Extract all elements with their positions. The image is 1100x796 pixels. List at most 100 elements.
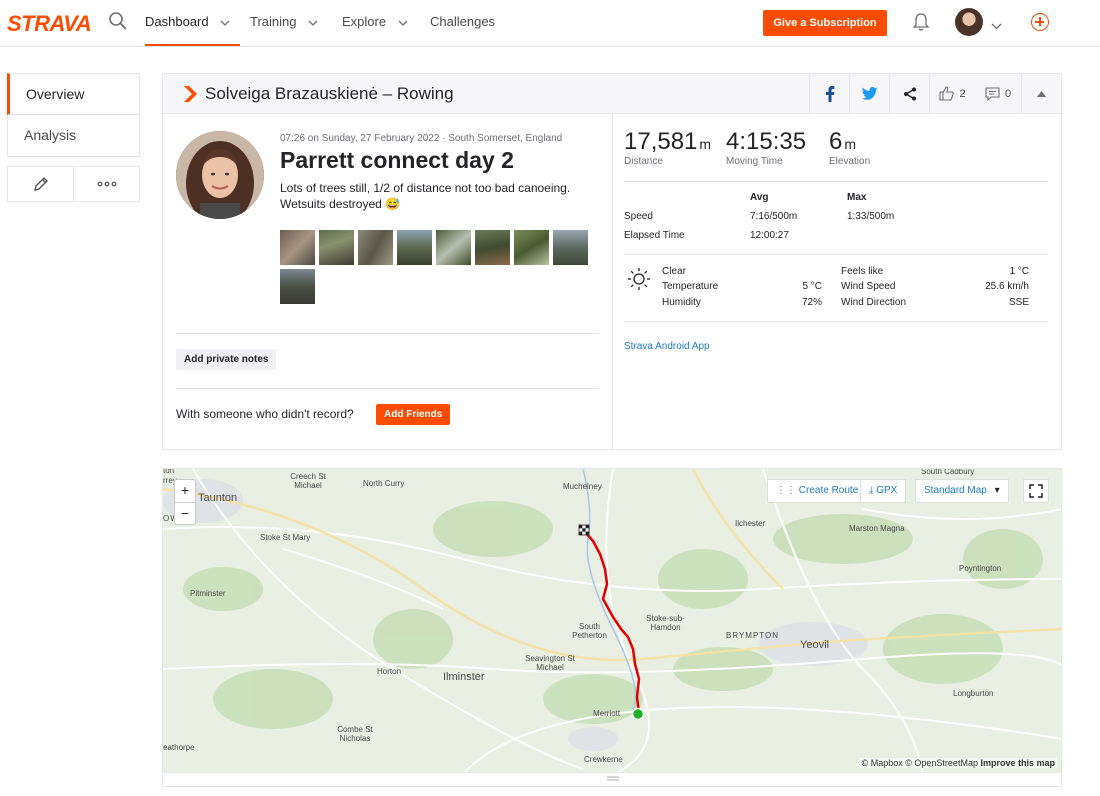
activity-sidenav: Overview Analysis — [7, 73, 140, 157]
bell-icon[interactable] — [912, 12, 930, 37]
add-private-notes-button[interactable]: Add private notes — [176, 349, 277, 370]
map-type-label: Standard Map — [924, 485, 987, 496]
elevation-value: 6 — [829, 128, 843, 155]
activity-header-title: Solveiga Brazauskienė – Rowing — [205, 84, 454, 103]
distance-label: Distance — [624, 156, 663, 167]
zoom-out-button[interactable]: − — [175, 502, 195, 524]
place-label: Creech St Michael — [290, 472, 326, 490]
share-button[interactable] — [889, 74, 929, 113]
temperature-label: Temperature — [662, 281, 719, 292]
feels-like-value: 1 °C — [1009, 266, 1029, 277]
temperature-value: 5 °C — [802, 281, 822, 292]
moving-time-label: Moving Time — [726, 156, 783, 167]
nav-dashboard-label: Dashboard — [145, 14, 209, 29]
place-label: Ilchester — [735, 519, 766, 528]
photo-thumbnail[interactable] — [475, 230, 510, 265]
create-route-button[interactable]: ⋮⋮ Create Route — [767, 479, 868, 503]
search-icon[interactable] — [108, 11, 130, 33]
add-friends-button[interactable]: Add Friends — [376, 404, 451, 425]
place-label: ton — [163, 468, 175, 475]
comment-count: 0 — [1004, 87, 1012, 100]
activity-header: Solveiga Brazauskienė – Rowing 2 0 — [163, 74, 1061, 114]
wind-speed-label: Wind Speed — [841, 281, 896, 292]
caret-up-icon — [1037, 90, 1046, 97]
map-canvas — [163, 469, 1061, 772]
twitter-share-button[interactable] — [849, 74, 889, 113]
give-subscription-button[interactable]: Give a Subscription — [763, 10, 887, 36]
map-resize-handle[interactable] — [162, 773, 1062, 787]
chevron-down-icon[interactable] — [991, 17, 1002, 35]
facebook-icon — [825, 85, 834, 102]
fullscreen-button[interactable] — [1023, 479, 1049, 503]
elevation-label: Elevation — [829, 156, 871, 167]
place-label: Pitminster — [190, 589, 226, 598]
stat-moving-time: 4:15:35 Moving Time — [726, 128, 806, 167]
comment-button[interactable]: 0 — [975, 74, 1021, 113]
photo-thumbnail[interactable] — [397, 230, 432, 265]
kudos-button[interactable]: 2 — [929, 74, 975, 113]
photo-thumbnail[interactable] — [319, 230, 354, 265]
speed-avg: 7:16/500m — [750, 211, 798, 222]
humidity-label: Humidity — [662, 297, 701, 308]
nav-challenges-label: Challenges — [430, 14, 496, 29]
chevron-down-icon — [398, 20, 408, 26]
nav-explore[interactable]: Explore — [342, 0, 408, 46]
photo-thumbnail[interactable] — [280, 230, 315, 265]
weather-condition: Clear — [662, 266, 686, 277]
chevron-down-icon — [308, 20, 318, 26]
facebook-share-button[interactable] — [809, 74, 849, 113]
nav-explore-label: Explore — [342, 14, 387, 29]
route-icon: ⋮⋮ — [776, 485, 796, 496]
more-dots-icon — [97, 181, 116, 187]
nav-challenges[interactable]: Challenges — [430, 0, 495, 46]
place-label: BRYMPTON — [726, 631, 780, 640]
more-options-button[interactable] — [73, 167, 139, 201]
divider — [624, 181, 1048, 182]
strava-logo[interactable]: STRAVA — [7, 11, 92, 37]
nav-training-label: Training — [250, 14, 297, 29]
athlete-avatar[interactable] — [176, 131, 264, 219]
place-label: Merriott — [593, 709, 621, 718]
photo-thumbnail[interactable] — [436, 230, 471, 265]
place-label: Horton — [377, 667, 402, 676]
comment-icon — [985, 86, 1000, 101]
wind-direction-value: SSE — [1008, 297, 1029, 308]
kudos-count: 2 — [959, 87, 966, 100]
nav-dashboard[interactable]: Dashboard — [145, 0, 240, 46]
photo-thumbnail[interactable] — [514, 230, 549, 265]
tab-overview[interactable]: Overview — [7, 73, 140, 115]
twitter-icon — [861, 86, 877, 100]
place-label: Combe St Nicholas — [337, 725, 373, 743]
divider — [176, 333, 599, 334]
activity-title: Parrett connect day 2 — [280, 147, 514, 173]
with-someone-text: With someone who didn't record? — [176, 407, 354, 421]
strava-chevron-icon — [184, 86, 197, 102]
edit-button[interactable] — [8, 167, 73, 201]
activity-card: Solveiga Brazauskienė – Rowing 2 0 07:26… — [162, 73, 1062, 450]
gpx-download-button[interactable]: ⤓ GPX — [860, 479, 907, 503]
nav-training[interactable]: Training — [250, 0, 318, 46]
photo-thumbnail[interactable] — [358, 230, 393, 265]
mapbox-attribution[interactable]: © Mapbox — [862, 758, 903, 768]
thumbs-up-icon — [939, 86, 955, 101]
elapsed-time-value: 12:00:27 — [750, 230, 789, 241]
zoom-control: + − — [174, 479, 196, 525]
divider — [624, 254, 1048, 255]
pencil-icon — [33, 177, 48, 191]
share-icon — [903, 87, 916, 100]
route-map[interactable]: Taunton Creech St Michael North Curry Mu… — [162, 468, 1062, 773]
tab-analysis[interactable]: Analysis — [7, 115, 140, 157]
zoom-in-button[interactable]: + — [175, 480, 195, 502]
avg-header: Avg — [750, 192, 769, 203]
sun-icon — [627, 267, 651, 296]
add-icon[interactable] — [1031, 13, 1049, 31]
osm-attribution[interactable]: © OpenStreetMap — [905, 758, 978, 768]
photo-thumbnail[interactable] — [280, 269, 315, 304]
collapse-button[interactable] — [1021, 74, 1061, 113]
photo-thumbnail[interactable] — [553, 230, 588, 265]
stat-distance: 17,581 m Distance — [624, 128, 711, 167]
device-link[interactable]: Strava Android App — [624, 341, 710, 352]
improve-map-link[interactable]: Improve this map — [980, 758, 1055, 768]
user-avatar[interactable] — [955, 8, 983, 36]
map-type-select[interactable]: Standard Map ▾ — [915, 479, 1009, 503]
